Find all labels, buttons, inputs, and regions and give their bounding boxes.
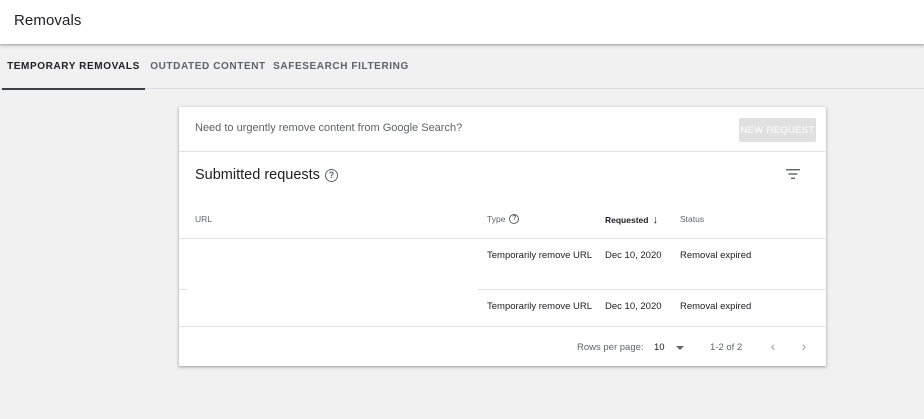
section-title: Submitted requests ? [195, 167, 338, 183]
column-header-status[interactable]: Status [680, 214, 704, 224]
column-header-type[interactable]: Type ? [487, 214, 520, 224]
cell-status: Removal expired [680, 250, 752, 261]
previous-page-icon[interactable]: ‹ [765, 338, 781, 354]
rows-per-page-value: 10 [654, 342, 665, 353]
banner-text: Need to urgently remove content from Goo… [195, 122, 463, 134]
app-header: Removals [0, 0, 924, 44]
next-page-icon[interactable]: › [796, 338, 812, 354]
tab-outdated-content[interactable]: OUTDATED CONTENT [148, 44, 268, 89]
page-title: Removals [14, 12, 82, 29]
new-request-button[interactable]: NEW REQUEST [739, 118, 816, 142]
cell-status: Removal expired [680, 301, 752, 312]
filter-list-icon[interactable] [785, 167, 801, 181]
cell-type: Temporarily remove URL [487, 301, 593, 312]
dropdown-caret-icon [676, 346, 684, 350]
pagination-range: 1-2 of 2 [710, 342, 743, 353]
row-divider [478, 289, 826, 290]
tab-safesearch-filtering[interactable]: SAFESEARCH FILTERING [272, 44, 410, 89]
tab-bar: TEMPORARY REMOVALS OUTDATED CONTENT SAFE… [0, 44, 924, 90]
new-request-banner: Need to urgently remove content from Goo… [179, 107, 826, 152]
rows-per-page-label: Rows per page: [577, 342, 644, 353]
header-divider [179, 238, 826, 239]
footer-divider [179, 326, 826, 327]
cell-requested: Dec 10, 2020 [605, 250, 662, 261]
row-divider [179, 289, 187, 290]
column-header-url[interactable]: URL [195, 214, 212, 224]
cell-requested: Dec 10, 2020 [605, 301, 662, 312]
cell-type: Temporarily remove URL [487, 250, 593, 261]
column-header-requested[interactable]: Requested ↓ [605, 214, 658, 226]
type-help-icon[interactable]: ? [509, 214, 520, 224]
requests-card: Need to urgently remove content from Goo… [179, 107, 826, 366]
tab-temporary-removals[interactable]: TEMPORARY REMOVALS [2, 44, 145, 90]
submitted-requests-title: Submitted requests [195, 167, 320, 183]
sort-descending-icon: ↓ [652, 214, 658, 226]
help-icon[interactable]: ? [324, 168, 338, 182]
